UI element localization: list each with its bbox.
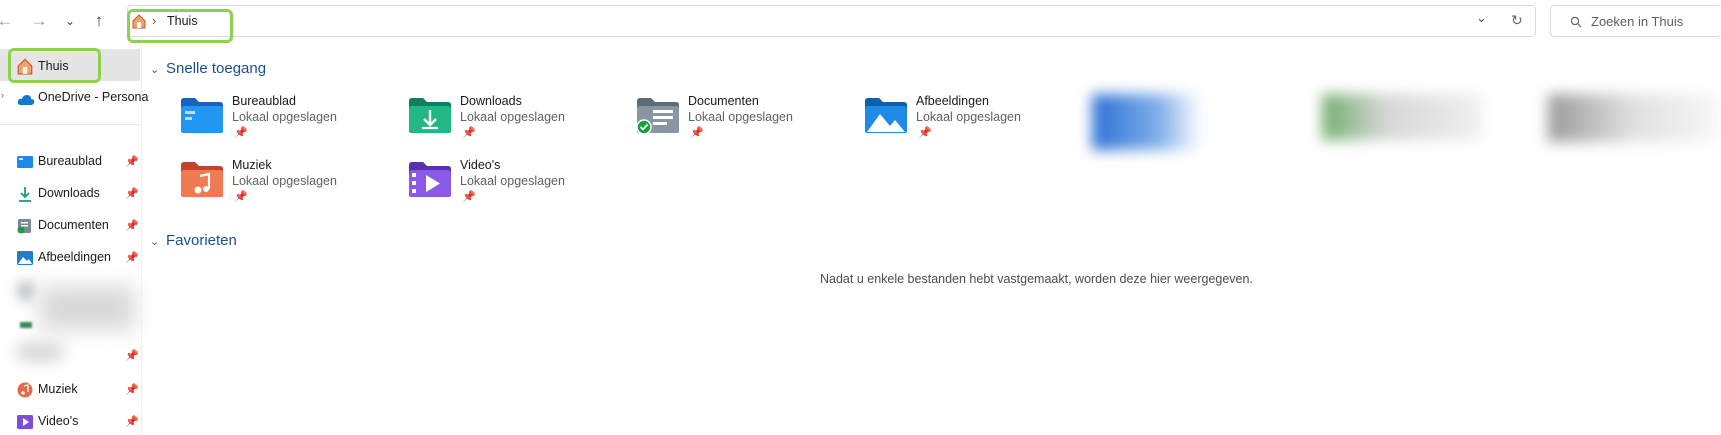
document-folder-icon xyxy=(17,219,31,234)
pin-icon[interactable]: 📌 xyxy=(125,219,139,232)
sidebar-item-label: OneDrive - Persona xyxy=(38,90,149,104)
tile-name: Muziek xyxy=(232,158,272,172)
sidebar-item-label: Documenten xyxy=(38,218,109,232)
video-folder-icon xyxy=(17,415,33,429)
pin-icon[interactable]: 📌 xyxy=(125,251,139,264)
redacted-tile[interactable] xyxy=(1548,94,1718,142)
pin-icon[interactable]: 📌 xyxy=(125,415,139,428)
sidebar-item-videos[interactable]: Video's 📌 xyxy=(0,409,140,435)
tile-name: Video's xyxy=(460,158,501,172)
tile-name: Afbeeldingen xyxy=(916,94,989,108)
section-favorites[interactable]: ⌄ Favorieten xyxy=(150,232,237,249)
quick-access-tile-downloads[interactable]: Downloads Lokaal opgeslagen 📌 xyxy=(408,94,618,146)
desktop-folder-icon xyxy=(17,156,33,168)
pin-icon[interactable]: 📌 xyxy=(234,190,248,203)
search-placeholder: Zoeken in Thuis xyxy=(1591,14,1684,29)
sidebar-item-bureaublad[interactable]: Bureaublad 📌 xyxy=(0,149,140,175)
pin-icon[interactable]: 📌 xyxy=(462,190,476,203)
address-bar[interactable]: › Thuis ⌄ ↻ xyxy=(127,5,1536,37)
tile-status: Lokaal opgeslagen xyxy=(232,110,337,124)
pictures-folder-icon xyxy=(865,98,907,133)
sidebar-item-documenten[interactable]: Documenten 📌 xyxy=(0,213,140,239)
expand-chevron-icon[interactable]: › xyxy=(1,90,4,100)
music-folder-icon xyxy=(181,162,223,197)
tile-name: Bureaublad xyxy=(232,94,296,108)
sidebar-item-label: Downloads xyxy=(38,186,100,200)
arrow-up-icon: ↑ xyxy=(94,11,104,30)
pin-icon[interactable]: 📌 xyxy=(125,349,139,362)
tile-status: Lokaal opgeslagen xyxy=(688,110,793,124)
sidebar-item-onedrive[interactable]: › OneDrive - Persona xyxy=(0,85,148,111)
sidebar-home-highlight xyxy=(8,48,101,83)
music-folder-icon xyxy=(17,382,33,398)
onedrive-cloud-icon xyxy=(17,95,35,105)
tile-name: Documenten xyxy=(688,94,759,108)
pane-divider xyxy=(141,44,142,434)
desktop-folder-icon xyxy=(181,98,223,133)
redacted-item[interactable] xyxy=(18,344,62,360)
pin-icon[interactable]: 📌 xyxy=(234,126,248,139)
favorites-empty-message: Nadat u enkele bestanden hebt vastgemaak… xyxy=(820,272,1253,286)
quick-access-tile-documenten[interactable]: Documenten Lokaal opgeslagen 📌 xyxy=(636,94,846,146)
arrow-left-icon: ← xyxy=(0,11,14,30)
pin-icon[interactable]: 📌 xyxy=(125,155,139,168)
documents-folder-icon xyxy=(636,98,679,134)
quick-access-tile-bureaublad[interactable]: Bureaublad Lokaal opgeslagen 📌 xyxy=(180,94,390,146)
sidebar-item-downloads[interactable]: Downloads 📌 xyxy=(0,181,140,207)
section-title: Snelle toegang xyxy=(166,60,267,77)
tile-status: Lokaal opgeslagen xyxy=(916,110,1021,124)
pin-icon[interactable]: 📌 xyxy=(690,126,704,139)
pin-icon[interactable]: 📌 xyxy=(125,383,139,396)
pictures-folder-icon xyxy=(17,251,33,265)
back-button[interactable]: ← xyxy=(0,10,16,32)
sidebar-item-label: Afbeeldingen xyxy=(38,250,111,264)
sidebar-item-afbeeldingen[interactable]: Afbeeldingen 📌 xyxy=(0,245,140,271)
video-folder-icon xyxy=(409,162,451,197)
arrow-right-icon: → xyxy=(30,11,48,30)
address-highlight xyxy=(127,9,233,43)
refresh-icon[interactable]: ↻ xyxy=(1511,12,1523,29)
pin-icon[interactable]: 📌 xyxy=(462,126,476,139)
chevron-down-icon: ⌄ xyxy=(150,236,160,248)
forward-button[interactable]: → xyxy=(28,10,50,32)
chevron-down-icon: ⌄ xyxy=(64,14,76,28)
quick-access-tile-videos[interactable]: Video's Lokaal opgeslagen 📌 xyxy=(408,158,618,210)
pin-icon[interactable]: 📌 xyxy=(125,187,139,200)
tile-name: Downloads xyxy=(460,94,522,108)
redacted-item[interactable] xyxy=(40,286,135,330)
pin-icon[interactable]: 📌 xyxy=(918,126,932,139)
tile-status: Lokaal opgeslagen xyxy=(232,174,337,188)
quick-access-tile-afbeeldingen[interactable]: Afbeeldingen Lokaal opgeslagen 📌 xyxy=(864,94,1074,146)
up-button[interactable]: ↑ xyxy=(88,10,110,32)
tile-status: Lokaal opgeslagen xyxy=(460,174,565,188)
section-title: Favorieten xyxy=(166,232,237,249)
redacted-tile[interactable] xyxy=(1322,94,1482,140)
redacted-icon xyxy=(20,322,32,328)
search-box[interactable]: Zoeken in Thuis xyxy=(1550,5,1721,37)
sidebar-item-muziek[interactable]: Muziek 📌 xyxy=(0,377,140,403)
sidebar-item-label: Video's xyxy=(38,414,79,428)
sidebar-item-label: Muziek xyxy=(38,382,78,396)
download-icon xyxy=(19,187,31,202)
sidebar-divider xyxy=(0,124,140,125)
search-icon xyxy=(1570,16,1582,28)
recent-locations-button[interactable]: ⌄ xyxy=(59,10,81,32)
tile-status: Lokaal opgeslagen xyxy=(460,110,565,124)
section-quick-access[interactable]: ⌄ Snelle toegang xyxy=(150,60,266,77)
redacted-tile[interactable] xyxy=(1092,94,1202,150)
redacted-icon xyxy=(20,284,32,298)
quick-access-tile-muziek[interactable]: Muziek Lokaal opgeslagen 📌 xyxy=(180,158,390,210)
chevron-down-icon: ⌄ xyxy=(150,64,160,76)
downloads-folder-icon xyxy=(409,98,451,133)
sidebar-item-label: Bureaublad xyxy=(38,154,102,168)
address-dropdown-icon[interactable]: ⌄ xyxy=(1476,10,1487,26)
